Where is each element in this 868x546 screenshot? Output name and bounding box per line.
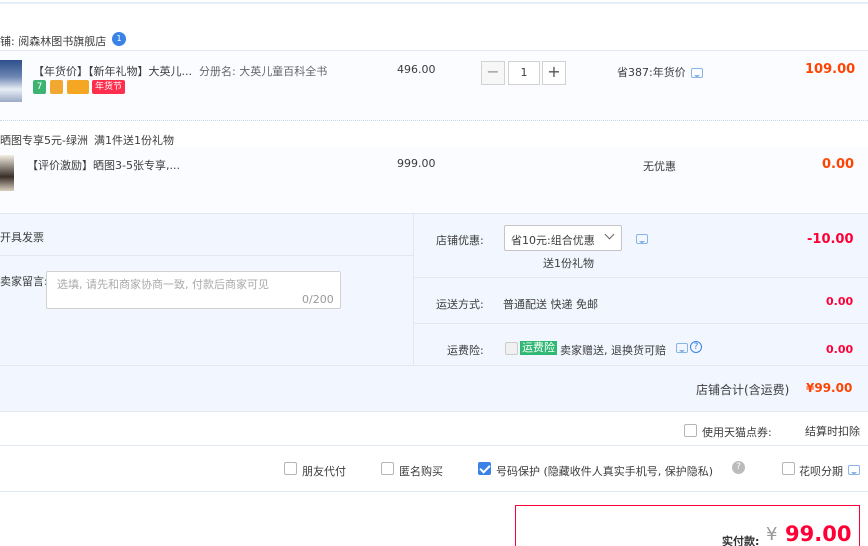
shipping-amount: 0.00	[826, 295, 854, 308]
help-icon[interactable]: ?	[732, 461, 745, 474]
quantity-increase-button[interactable]: +	[542, 61, 566, 85]
tag-card-icon	[67, 80, 89, 94]
item1-unit-price: 496.00	[397, 63, 436, 76]
item1-chat-icon[interactable]	[691, 68, 703, 78]
anonymous-label[interactable]: 匿名购买	[399, 463, 443, 479]
points-label: 使用天猫点券:	[702, 426, 772, 439]
shop-name[interactable]: 铺: 阅森林图书旗舰店	[0, 33, 106, 49]
quantity-input[interactable]: 1	[508, 61, 540, 85]
panel-divider-vertical	[413, 213, 414, 365]
insurance-badge: 运费险	[520, 341, 557, 355]
promo-subtitle: 满1件送1份礼物	[94, 134, 174, 147]
item1-row	[0, 50, 868, 120]
invoice-label[interactable]: 开具发票	[0, 229, 44, 245]
anonymous-checkbox[interactable]	[381, 462, 394, 475]
header-divider	[0, 2, 868, 4]
shop-discount-select[interactable]: 省10元:组合优惠	[504, 225, 622, 251]
shop-chat-icon[interactable]: 1	[112, 32, 126, 46]
quantity-decrease-button[interactable]: −	[481, 61, 505, 85]
payment-currency: ¥	[766, 524, 778, 545]
insurance-checkbox	[505, 342, 518, 355]
item2-thumbnail[interactable]	[0, 155, 14, 191]
shop-discount-label: 店铺优惠:	[436, 234, 484, 247]
insurance-label: 运费险:	[447, 344, 484, 357]
item1-spec: 分册名: 大英儿童百科全书	[199, 65, 328, 78]
item2-total: 0.00	[822, 157, 855, 172]
tag-new-year-festival: 年货节	[92, 80, 125, 94]
help-circle-icon[interactable]: ?	[690, 341, 702, 353]
item2-title[interactable]: 【评价激励】晒图3-5张专享,...	[27, 157, 180, 173]
tag-seven-day-icon: 7	[33, 80, 46, 94]
message-counter: 0/200	[302, 293, 334, 306]
shop-discount-note: 送1份礼物	[543, 257, 594, 270]
item1-title[interactable]: 【年货价】【新年礼物】大英儿...	[33, 63, 192, 79]
item1-thumbnail[interactable]	[0, 60, 22, 102]
insurance-amount: 0.00	[826, 343, 854, 356]
shop-discount-amount: -10.00	[807, 232, 854, 247]
friend-pay-checkbox[interactable]	[284, 462, 297, 475]
item1-discount: 省387:年货价	[617, 66, 686, 79]
number-protection-label[interactable]: 号码保护 (隐藏收件人真实手机号, 保护隐私)	[496, 463, 713, 479]
huabei-chat-icon[interactable]	[848, 465, 860, 475]
huabei-label[interactable]: 花呗分期	[799, 463, 843, 479]
insurance-chat-icon[interactable]	[676, 343, 688, 353]
shipping-value: 普通配送 快递 免邮	[503, 298, 598, 311]
points-checkbox[interactable]	[684, 424, 697, 437]
discount-chat-icon[interactable]	[636, 234, 648, 244]
payment-label: 实付款:	[722, 535, 760, 546]
number-protection-checkbox[interactable]	[478, 462, 491, 475]
shop-discount-selected: 省10元:组合优惠	[511, 234, 595, 247]
message-placeholder: 选填, 请先和商家协商一致, 付款后商家可见	[57, 278, 269, 291]
huabei-checkbox[interactable]	[782, 462, 795, 475]
item2-unit-price: 999.00	[397, 157, 436, 170]
message-label: 卖家留言:	[0, 275, 48, 288]
item2-discount: 无优惠	[643, 160, 676, 173]
chevron-down-icon	[604, 229, 615, 240]
shipping-label: 运送方式:	[436, 298, 484, 311]
insurance-value: 卖家赠送, 退换货可赔	[560, 344, 666, 357]
tag-quality-icon	[50, 80, 63, 94]
payment-amount: 99.00	[785, 522, 852, 546]
item1-total: 109.00	[805, 62, 856, 77]
promo-title: 晒图专享5元-绿洲	[0, 134, 88, 147]
subtotal-amount: ¥99.00	[806, 381, 853, 395]
points-note: 结算时扣除	[805, 425, 860, 438]
friend-pay-label[interactable]: 朋友代付	[302, 463, 346, 479]
subtotal-label: 店铺合计(含运费)	[696, 383, 790, 397]
